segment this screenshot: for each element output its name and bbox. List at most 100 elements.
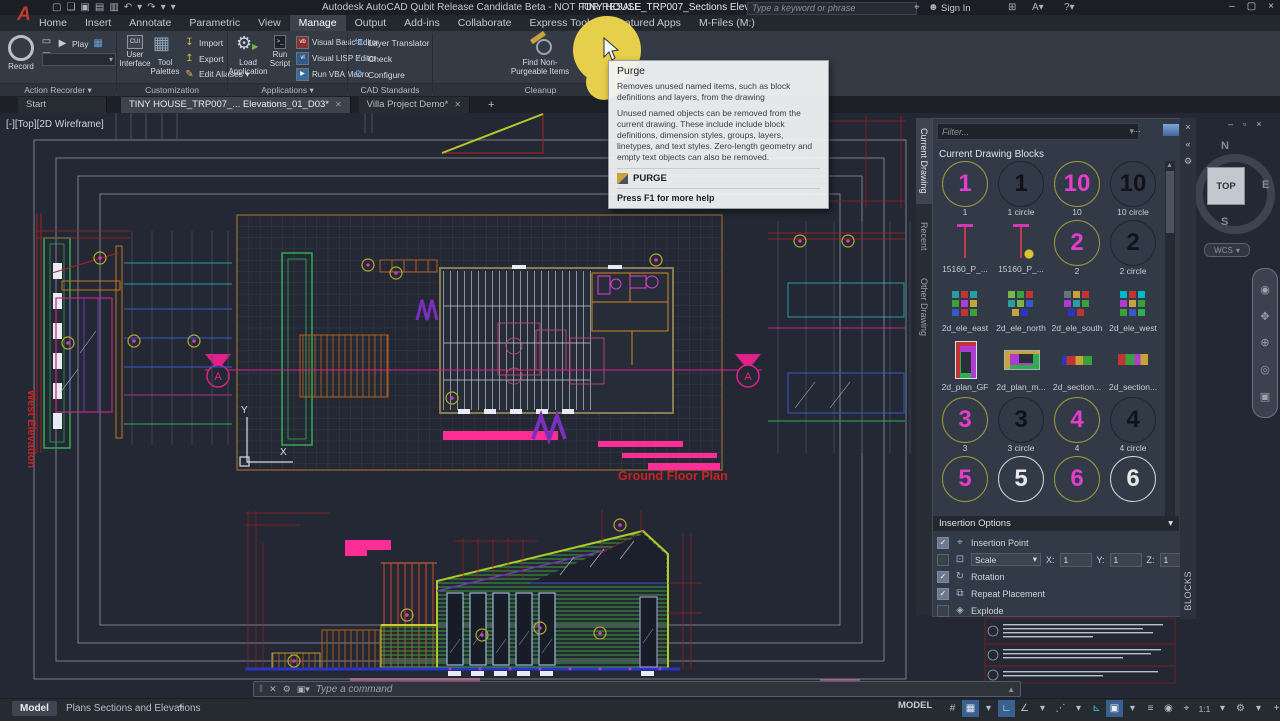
viewport-controls-label[interactable]: [-][Top][2D Wireframe] xyxy=(6,119,104,130)
scale-x-input[interactable]: 1 xyxy=(1060,553,1092,567)
palette-autohide-icon[interactable]: « xyxy=(1185,139,1190,149)
status-icon[interactable]: ▣ xyxy=(1106,700,1123,717)
block-item[interactable]: 5 xyxy=(937,456,993,515)
block-item[interactable]: 3 3 circle xyxy=(993,397,1049,456)
command-drag-handle[interactable]: ‖ xyxy=(259,684,263,695)
ribbon-tab[interactable]: Output xyxy=(346,15,396,31)
status-icon[interactable]: ▾ xyxy=(980,700,997,717)
find-non-purgeable-button[interactable]: Find Non-Purgeable Items xyxy=(508,33,572,76)
run-script-button[interactable]: >_ Run Script xyxy=(266,33,294,68)
tab-other-drawing[interactable]: Other Drawing xyxy=(916,268,932,346)
status-icon[interactable]: ▾ xyxy=(1034,700,1051,717)
status-icon[interactable]: ≡ xyxy=(1142,700,1159,717)
navbar-icon[interactable]: ◎ xyxy=(1260,363,1270,376)
ribbon-tab[interactable]: Manage xyxy=(290,15,346,31)
command-line[interactable]: ‖ ✕ ⚙ ▣▾ Type a command ▲ xyxy=(253,681,1021,697)
status-icon[interactable]: ∟ xyxy=(998,700,1015,717)
export-button[interactable]: ↥ Export xyxy=(183,52,224,65)
load-application-button[interactable]: ⚙▶ Load Application xyxy=(230,33,266,76)
qat-icon[interactable]: ▢ xyxy=(52,1,61,14)
status-icon[interactable]: ▾ xyxy=(1250,700,1267,717)
status-icon[interactable]: ▦ xyxy=(962,700,979,717)
sign-in-button[interactable]: Sign In xyxy=(941,3,971,14)
palette-scrollbar[interactable]: ▲ xyxy=(1165,161,1175,517)
ribbon-tab[interactable]: Annotate xyxy=(120,15,180,31)
status-icon[interactable]: ▾ xyxy=(1124,700,1141,717)
command-expand-icon[interactable]: ▲ xyxy=(1007,685,1015,694)
panel-label-applications[interactable]: Applications ▾ xyxy=(228,83,347,97)
block-item[interactable]: 2d_ele_east xyxy=(937,279,993,338)
tool-palettes-button[interactable]: ▦ Tool Palettes xyxy=(149,33,181,76)
insertion-point-checkbox[interactable]: ✓ xyxy=(937,537,949,549)
ribbon-tab[interactable]: Parametric xyxy=(180,15,249,31)
check-button[interactable]: ✓ Check xyxy=(352,52,392,65)
file-tab-start[interactable]: Start xyxy=(18,97,107,113)
action-macro-combo[interactable]: ▾ xyxy=(42,53,116,66)
block-item[interactable]: 2d_ele_south xyxy=(1049,279,1105,338)
search-exchange-icon[interactable]: ⌖ xyxy=(914,2,920,13)
qat-icon[interactable]: ▣ xyxy=(80,1,89,14)
palette-close-icon[interactable]: × xyxy=(1185,122,1190,132)
tab-recent[interactable]: Recent xyxy=(916,210,932,262)
navbar-icon[interactable]: ◉ xyxy=(1260,283,1270,296)
status-icon[interactable]: ◉ xyxy=(1160,700,1177,717)
ribbon-tab[interactable]: Add-ins xyxy=(395,15,449,31)
status-icon[interactable]: ⚙ xyxy=(1232,700,1249,717)
command-input[interactable]: Type a command xyxy=(316,684,393,695)
status-icon[interactable]: ▾ xyxy=(1214,700,1231,717)
block-item[interactable]: 2d_section... xyxy=(1049,338,1105,397)
tab-current-drawing[interactable]: Current Drawing xyxy=(916,118,932,204)
navbar-icon[interactable]: ▣ xyxy=(1260,390,1270,403)
message-icon[interactable]: ▭ xyxy=(40,35,53,48)
navbar-icon[interactable]: ⊕ xyxy=(1260,336,1269,349)
search-input[interactable]: Type a keyword or phrase xyxy=(747,2,917,15)
new-drawing-tab[interactable]: + xyxy=(480,97,502,113)
status-icon[interactable]: ⌖ xyxy=(1178,700,1195,717)
block-item[interactable]: 2d_plan_m... xyxy=(993,338,1049,397)
block-item[interactable]: 2 2 xyxy=(1049,220,1105,279)
app-logo-icon[interactable]: A xyxy=(4,1,44,29)
customize-command-icon[interactable]: ⚙ xyxy=(283,684,291,695)
block-item[interactable]: 10 10 xyxy=(1049,161,1105,220)
more-options-button[interactable]: ... xyxy=(1133,124,1141,134)
qat-icon[interactable]: ▾ xyxy=(171,1,176,14)
file-tab-doc2[interactable]: Villa Project Demo*✕ xyxy=(359,97,470,113)
block-item[interactable]: 4 4 xyxy=(1049,397,1105,456)
collapse-icon[interactable]: ▾ xyxy=(1168,518,1173,529)
block-item[interactable]: 6 xyxy=(1105,456,1161,515)
scale-y-input[interactable]: 1 xyxy=(1110,553,1142,567)
block-item[interactable]: 2d_ele_west xyxy=(1105,279,1161,338)
viewcube-north[interactable]: N xyxy=(1221,140,1229,152)
ribbon-tab[interactable]: Insert xyxy=(76,15,120,31)
status-icon[interactable]: + xyxy=(1268,700,1280,717)
ribbon-tab[interactable]: Collaborate xyxy=(449,15,521,31)
restore-button[interactable]: ▢ xyxy=(1247,1,1256,12)
palette-properties-icon[interactable]: ⚙ xyxy=(1184,156,1192,167)
record-button[interactable]: Record xyxy=(2,33,40,72)
scrollbar-thumb[interactable] xyxy=(1166,171,1174,233)
status-icon[interactable]: # xyxy=(944,700,961,717)
status-icon[interactable]: ▾ xyxy=(1070,700,1087,717)
qat-icon[interactable]: ▾ xyxy=(137,1,142,14)
help-icon[interactable]: ?▾ xyxy=(1064,2,1075,13)
insertion-options-header[interactable]: Insertion Options▾ xyxy=(933,516,1179,531)
block-item[interactable]: 2d_section... xyxy=(1105,338,1161,397)
block-item[interactable]: 2d_plan_GF xyxy=(937,338,993,397)
wcs-menu[interactable]: WCS▾ xyxy=(1204,243,1250,257)
block-item[interactable]: 6 xyxy=(1049,456,1105,515)
new-layout-button[interactable]: + xyxy=(178,701,184,713)
drawing-restore-button[interactable]: ▫ xyxy=(1243,119,1246,129)
viewcube-south[interactable]: S xyxy=(1221,216,1228,228)
play-button[interactable]: ▶ Play ▦ xyxy=(56,37,105,50)
qat-icon[interactable]: ❏ xyxy=(66,1,75,14)
qat-icon[interactable]: ↷ xyxy=(147,1,155,14)
block-item[interactable]: 3 3 xyxy=(937,397,993,456)
block-item[interactable]: 15160_P_... xyxy=(993,220,1049,279)
explode-checkbox[interactable] xyxy=(937,605,949,617)
status-icon[interactable]: ⋰ xyxy=(1052,700,1069,717)
block-item[interactable]: 2 2 circle xyxy=(1105,220,1161,279)
app-store-icon[interactable]: ⊞ xyxy=(1008,2,1016,13)
block-item[interactable]: 5 xyxy=(993,456,1049,515)
qat-icon[interactable]: ▾ xyxy=(161,1,166,14)
block-item[interactable]: 2d_ele_north xyxy=(993,279,1049,338)
